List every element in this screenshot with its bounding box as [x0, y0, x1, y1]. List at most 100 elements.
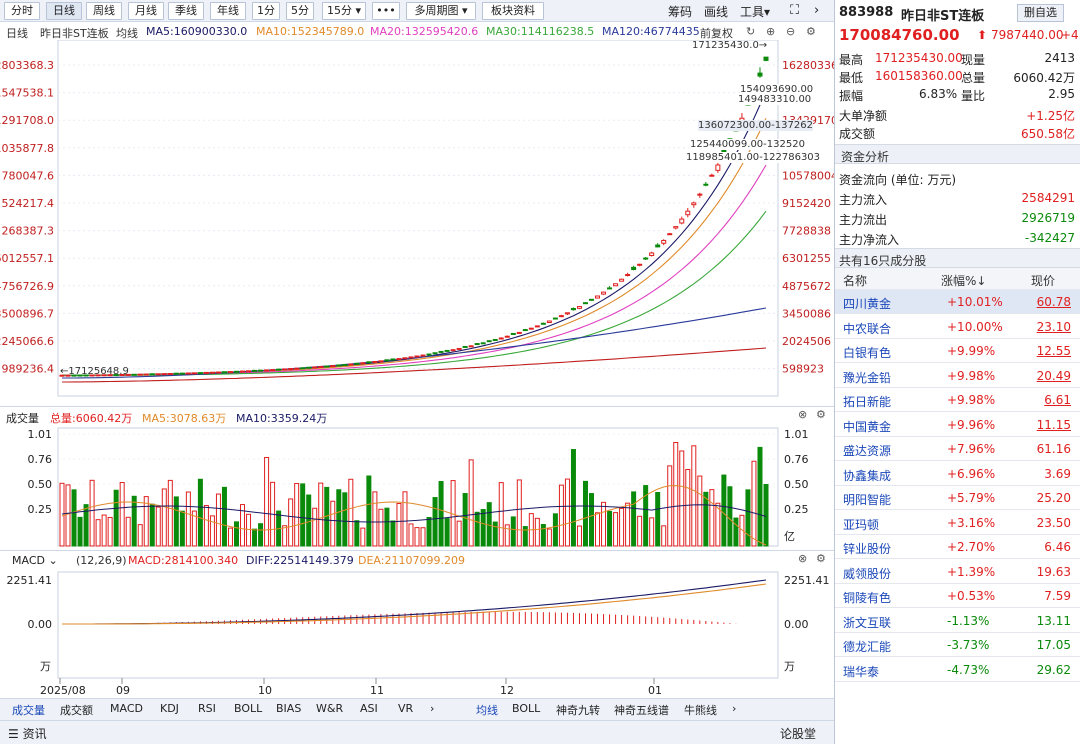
component-name[interactable]: 中农联合	[843, 320, 891, 337]
component-name[interactable]: 拓日新能	[843, 393, 891, 410]
tab-ma[interactable]: 均线	[476, 702, 498, 718]
component-name[interactable]: 浙文互联	[843, 614, 891, 631]
tab-bias[interactable]: BIAS	[276, 702, 301, 715]
settings-icon[interactable]: ⚙	[816, 408, 826, 421]
restore-icon[interactable]: ↻	[746, 25, 755, 38]
chevron-right-icon[interactable]: ›	[430, 702, 434, 715]
close-icon[interactable]: ⊗	[798, 552, 807, 565]
remove-favorite-button[interactable]: 删自选	[1017, 4, 1064, 22]
candle-body	[143, 373, 149, 376]
col-pct[interactable]: 涨幅%↓	[941, 272, 986, 289]
price-row: 170084760.00 ⬆ 7987440.00 +4	[835, 24, 1080, 48]
forum-button[interactable]: 论股堂	[780, 725, 816, 742]
adjust-button[interactable]: 前复权	[700, 25, 733, 41]
capital-section-header[interactable]: 资金分析	[835, 144, 1080, 164]
component-row[interactable]: 德龙汇能 -3.73% 17.05	[835, 633, 1080, 657]
tab-boll[interactable]: BOLL	[234, 702, 262, 715]
component-row[interactable]: 协鑫集成 +6.96% 3.69	[835, 462, 1080, 486]
component-row[interactable]: 拓日新能 +9.98% 6.61	[835, 388, 1080, 412]
col-name[interactable]: 名称	[843, 272, 867, 289]
settings-icon[interactable]: ⚙	[806, 25, 816, 38]
component-name[interactable]: 盛达资源	[843, 442, 891, 459]
candle-body	[595, 295, 601, 299]
component-row[interactable]: 四川黄金 +10.01% 60.78	[835, 290, 1080, 314]
tab-weekly[interactable]: 周线	[86, 2, 122, 20]
tab-amount[interactable]: 成交额	[60, 702, 93, 718]
component-row[interactable]: 中国黄金 +9.96% 11.15	[835, 413, 1080, 437]
tab-5min[interactable]: 5分	[286, 2, 314, 20]
more-button[interactable]: •••	[372, 2, 400, 20]
tab-rsi[interactable]: RSI	[198, 702, 216, 715]
volume-bar	[173, 496, 179, 547]
tab-quarterly[interactable]: 季线	[168, 2, 204, 20]
candle-body	[372, 361, 378, 364]
chevron-right-icon[interactable]: ›	[814, 3, 819, 18]
news-button[interactable]: ☰ 资讯	[8, 725, 47, 742]
component-name[interactable]: 锌业股份	[843, 540, 891, 557]
tab-kdj[interactable]: KDJ	[160, 702, 179, 715]
candle-body	[209, 371, 215, 374]
tab-monthly[interactable]: 月线	[128, 2, 164, 20]
component-name[interactable]: 豫光金铅	[843, 369, 891, 386]
chevron-right-icon[interactable]: ›	[732, 702, 736, 715]
component-row[interactable]: 白银有色 +9.99% 12.55	[835, 339, 1080, 363]
component-row[interactable]: 豫光金铅 +9.98% 20.49	[835, 364, 1080, 388]
component-name[interactable]: 铜陵有色	[843, 589, 891, 606]
tab-bull-bear[interactable]: 牛熊线	[684, 702, 717, 718]
volume-bar	[516, 479, 522, 547]
ma10-line	[62, 117, 767, 376]
sector-info-button[interactable]: 板块资料	[482, 2, 544, 20]
tab-magic-five[interactable]: 神奇五线谱	[614, 702, 669, 718]
multi-period-button[interactable]: 多周期图 ▾	[406, 2, 476, 20]
dea-value: DEA:21107099.209	[358, 554, 465, 567]
macd-title[interactable]: MACD ⌄	[12, 554, 58, 567]
quote-row-amp: 振幅 6.83% 量比 2.95	[835, 84, 1080, 104]
volume-bar	[336, 489, 342, 547]
component-name[interactable]: 亚玛顿	[843, 516, 879, 533]
component-name[interactable]: 明阳智能	[843, 491, 891, 508]
component-pct: +2.70%	[947, 540, 996, 554]
tab-volume[interactable]: 成交量	[12, 702, 45, 718]
tab-boll-overlay[interactable]: BOLL	[512, 702, 540, 715]
component-row[interactable]: 明阳智能 +5.79% 25.20	[835, 486, 1080, 510]
component-row[interactable]: 瑞华泰 -4.73% 29.62	[835, 658, 1080, 682]
expand-icon[interactable]: ⛶	[790, 3, 799, 18]
tab-intraday[interactable]: 分时	[4, 2, 40, 20]
ma-mode[interactable]: 均线	[116, 25, 138, 41]
draw-button[interactable]: 画线	[704, 3, 728, 20]
component-row[interactable]: 亚玛顿 +3.16% 23.50	[835, 511, 1080, 535]
tab-yearly[interactable]: 年线	[210, 2, 246, 20]
settings-icon[interactable]: ⚙	[816, 552, 826, 565]
tab-asi[interactable]: ASI	[360, 702, 378, 715]
component-name[interactable]: 瑞华泰	[843, 663, 879, 680]
component-name[interactable]: 协鑫集成	[843, 467, 891, 484]
tab-wr[interactable]: W&R	[316, 702, 343, 715]
tab-15min[interactable]: 15分 ▾	[322, 2, 366, 20]
component-name[interactable]: 四川黄金	[843, 295, 891, 312]
candle-body	[516, 331, 522, 334]
tab-daily[interactable]: 日线	[46, 2, 82, 20]
volume-tick-left: 0.76	[28, 453, 53, 466]
component-name[interactable]: 中国黄金	[843, 418, 891, 435]
tab-vr[interactable]: VR	[398, 702, 413, 715]
zoom-out-icon[interactable]: ⊖	[786, 25, 795, 38]
component-row[interactable]: 锌业股份 +2.70% 6.46	[835, 535, 1080, 559]
component-row[interactable]: 浙文互联 -1.13% 13.11	[835, 609, 1080, 633]
component-row[interactable]: 威领股份 +1.39% 19.63	[835, 560, 1080, 584]
close-icon[interactable]: ⊗	[798, 408, 807, 421]
component-row[interactable]: 铜陵有色 +0.53% 7.59	[835, 584, 1080, 608]
zoom-in-icon[interactable]: ⊕	[766, 25, 775, 38]
label-amount: 成交额	[839, 127, 876, 141]
component-name[interactable]: 威领股份	[843, 565, 891, 582]
tab-1min[interactable]: 1分	[252, 2, 280, 20]
chip-button[interactable]: 筹码	[668, 3, 692, 20]
tab-macd[interactable]: MACD	[110, 702, 143, 715]
col-price[interactable]: 现价	[1031, 272, 1055, 289]
component-name[interactable]: 德龙汇能	[843, 638, 891, 655]
component-row[interactable]: 盛达资源 +7.96% 61.16	[835, 437, 1080, 461]
tab-magic-nine[interactable]: 神奇九转	[556, 702, 600, 718]
component-row[interactable]: 中农联合 +10.00% 23.10	[835, 315, 1080, 339]
component-name[interactable]: 白银有色	[843, 344, 891, 361]
tools-button[interactable]: 工具▾	[740, 3, 770, 20]
component-pct: +1.39%	[947, 564, 996, 579]
